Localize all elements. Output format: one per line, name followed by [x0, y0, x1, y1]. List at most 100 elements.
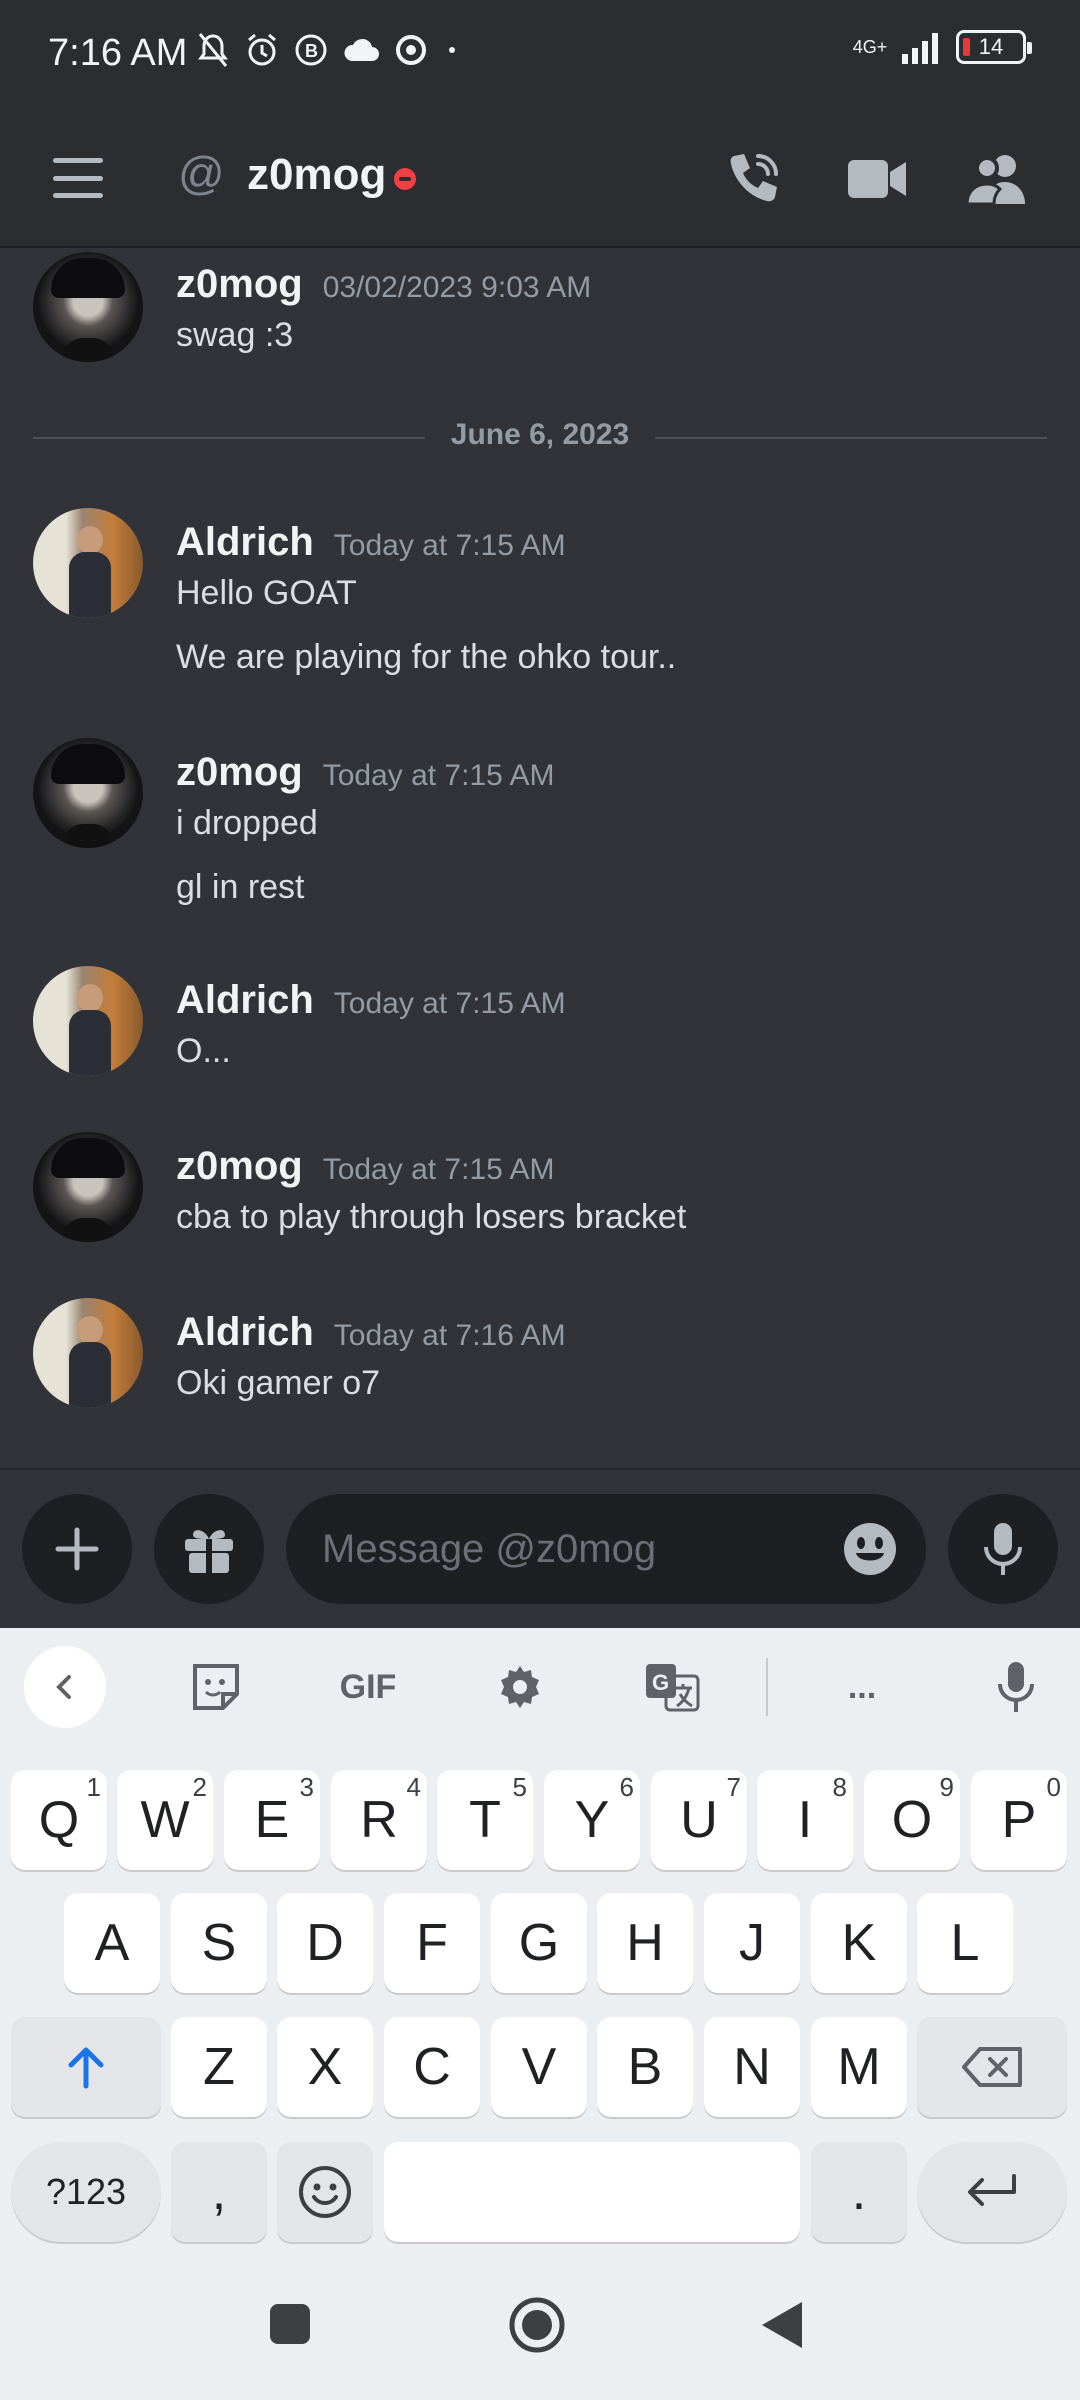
microphone-icon	[998, 1662, 1034, 1712]
message-text: We are playing for the ohko tour..	[176, 638, 677, 676]
microphone-icon	[984, 1523, 1022, 1575]
key-b[interactable]: B	[597, 2017, 693, 2117]
avatar[interactable]	[33, 1132, 143, 1242]
channel-header: @ z0mog	[0, 108, 1080, 248]
message-text: O...	[176, 1032, 231, 1070]
dnd-status-icon	[394, 168, 416, 190]
recents-icon[interactable]	[268, 2302, 312, 2346]
b-badge-icon: B	[295, 34, 327, 66]
status-time: 7:16 AM	[48, 32, 188, 74]
signal-icon	[902, 33, 938, 64]
avatar[interactable]	[33, 252, 143, 362]
key-i[interactable]: I8	[757, 1770, 853, 1870]
system-navigation-bar	[0, 2250, 1080, 2400]
svg-text:B: B	[305, 41, 318, 61]
message-timestamp: Today at 7:16 AM	[333, 1319, 566, 1352]
sticker-button[interactable]	[176, 1650, 256, 1724]
avatar[interactable]	[33, 738, 143, 848]
keyboard-back-button[interactable]	[24, 1646, 106, 1728]
key-s[interactable]: S	[171, 1893, 267, 1993]
message-author[interactable]: z0mog 03/02/2023 9:03 AM	[176, 262, 591, 307]
gif-button[interactable]: GIF	[328, 1650, 408, 1724]
phone-call-icon	[730, 154, 778, 202]
key-m[interactable]: M	[811, 2017, 907, 2117]
avatar[interactable]	[33, 508, 143, 618]
enter-icon	[968, 2174, 1016, 2206]
menu-icon[interactable]	[50, 150, 106, 206]
translate-button[interactable]: G	[632, 1650, 712, 1724]
key-e[interactable]: E3	[224, 1770, 320, 1870]
voice-input-button[interactable]	[976, 1650, 1056, 1724]
backspace-key[interactable]	[917, 2017, 1067, 2117]
shift-arrow-icon	[68, 2047, 104, 2089]
message-author[interactable]: z0mog Today at 7:15 AM	[176, 1144, 555, 1189]
key-f[interactable]: F	[384, 1893, 480, 1993]
symbols-key[interactable]: ?123	[11, 2142, 161, 2242]
avatar[interactable]	[33, 1298, 143, 1408]
voice-call-button[interactable]	[718, 144, 788, 214]
date-divider: June 6, 2023	[33, 418, 1047, 458]
sticker-icon	[193, 1664, 239, 1710]
emoji-icon[interactable]	[842, 1521, 898, 1577]
message-text: cba to play through losers bracket	[176, 1198, 687, 1236]
key-g[interactable]: G	[491, 1893, 587, 1993]
key-q[interactable]: Q1	[11, 1770, 107, 1870]
key-a[interactable]: A	[64, 1893, 160, 1993]
more-options-button[interactable]: ...	[822, 1650, 902, 1724]
key-y[interactable]: Y6	[544, 1770, 640, 1870]
enter-key[interactable]	[917, 2142, 1067, 2242]
message-timestamp: Today at 7:15 AM	[322, 1153, 555, 1186]
message-input-container	[286, 1494, 926, 1604]
keyboard-toolbar: GIF G ...	[0, 1628, 1080, 1746]
members-button[interactable]	[962, 144, 1032, 214]
message-author[interactable]: z0mog Today at 7:15 AM	[176, 750, 555, 795]
key-c[interactable]: C	[384, 2017, 480, 2117]
key-n[interactable]: N	[704, 2017, 800, 2117]
gift-button[interactable]	[154, 1494, 264, 1604]
status-notification-icons: B	[196, 32, 462, 68]
message-text: swag :3	[176, 316, 294, 354]
gift-icon	[185, 1530, 233, 1573]
voice-message-button[interactable]	[948, 1494, 1058, 1604]
channel-title[interactable]: z0mog	[247, 150, 386, 200]
space-key[interactable]	[384, 2142, 800, 2242]
message-author[interactable]: Aldrich Today at 7:15 AM	[176, 520, 566, 565]
status-bar: 7:16 AM B 4G+ 14	[0, 0, 1080, 108]
key-h[interactable]: H	[597, 1893, 693, 1993]
keyboard-settings-button[interactable]	[480, 1650, 560, 1724]
chevron-left-icon	[56, 1675, 71, 1699]
add-attachment-button[interactable]	[22, 1494, 132, 1604]
shift-key[interactable]	[11, 2017, 161, 2117]
message-text: i dropped	[176, 804, 318, 842]
backspace-icon	[962, 2047, 1022, 2087]
avatar[interactable]	[33, 966, 143, 1076]
key-z[interactable]: Z	[171, 2017, 267, 2117]
emoji-key[interactable]	[277, 2142, 373, 2242]
comma-key[interactable]: ,	[171, 2142, 267, 2242]
key-k[interactable]: K	[811, 1893, 907, 1993]
dot-icon	[449, 47, 455, 53]
status-system-icons: 4G+ 14	[852, 30, 1032, 64]
key-t[interactable]: T5	[437, 1770, 533, 1870]
video-call-button[interactable]	[842, 144, 912, 214]
message-list[interactable]: z0mog 03/02/2023 9:03 AM swag :3 June 6, …	[0, 250, 1080, 1468]
back-icon[interactable]	[760, 2300, 804, 2350]
key-j[interactable]: J	[704, 1893, 800, 1993]
message-author[interactable]: Aldrich Today at 7:16 AM	[176, 1310, 566, 1355]
home-icon[interactable]	[508, 2296, 566, 2354]
message-author[interactable]: Aldrich Today at 7:15 AM	[176, 978, 566, 1023]
key-v[interactable]: V	[491, 2017, 587, 2117]
at-icon: @	[178, 147, 225, 199]
message-input[interactable]	[322, 1494, 802, 1604]
key-w[interactable]: W2	[117, 1770, 213, 1870]
key-x[interactable]: X	[277, 2017, 373, 2117]
key-r[interactable]: R4	[331, 1770, 427, 1870]
key-u[interactable]: U7	[651, 1770, 747, 1870]
key-o[interactable]: O9	[864, 1770, 960, 1870]
period-key[interactable]: .	[811, 2142, 907, 2242]
message-composer	[0, 1468, 1080, 1628]
key-p[interactable]: P0	[971, 1770, 1067, 1870]
key-d[interactable]: D	[277, 1893, 373, 1993]
date-divider-label: June 6, 2023	[450, 418, 630, 451]
key-l[interactable]: L	[917, 1893, 1013, 1993]
